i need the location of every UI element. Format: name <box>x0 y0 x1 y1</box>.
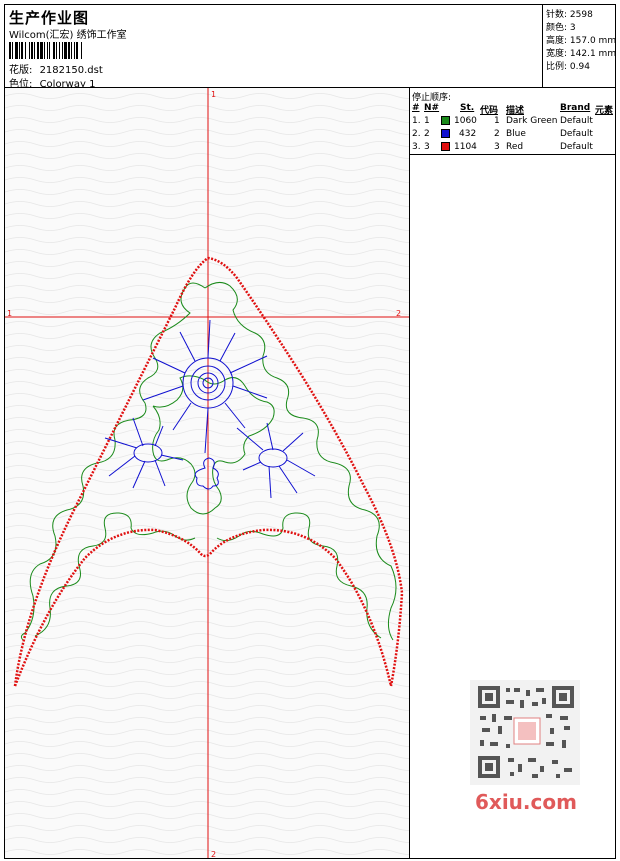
color-swatch-red <box>441 142 450 151</box>
barcode-bar <box>29 42 30 59</box>
stat-scale: 比例: 0.94 <box>546 62 590 72</box>
barcode-bar <box>47 42 48 59</box>
color-swatch-blue <box>441 129 450 138</box>
axis-label-top: 1 <box>211 90 216 99</box>
barcode-bar <box>15 42 18 59</box>
barcode-bar <box>40 42 43 59</box>
barcode-bar <box>53 42 55 59</box>
barcode-bar <box>64 42 67 59</box>
barcode-bar <box>44 42 45 59</box>
design-file: 花版: 2182150.dst <box>9 61 103 76</box>
barcode-bar <box>31 42 33 59</box>
header-panel: 生产作业图 Wilcom(汇宏) 绣饰工作室 花版: 2182150.dst 色… <box>4 4 617 90</box>
barcode-bar <box>62 42 63 59</box>
col-needle: N# <box>424 103 440 113</box>
barcode-bar <box>74 42 75 59</box>
company-name: Wilcom(汇宏) 绣饰工作室 <box>9 30 127 41</box>
stat-stitches: 针数: 2598 <box>546 10 593 20</box>
barcode-bar <box>37 42 39 59</box>
qr-code <box>470 680 580 785</box>
col-brand: Brand <box>560 103 591 113</box>
axis-label-left: 1 <box>7 309 12 318</box>
stat-height: 高度: 157.0 mm <box>546 36 617 46</box>
barcode-bar <box>49 42 50 59</box>
barcode-bar <box>25 42 26 59</box>
barcode <box>9 42 82 59</box>
barcode-bar <box>68 42 70 59</box>
site-logo: 6xiu.com <box>475 790 577 814</box>
barcode-bar <box>71 42 72 59</box>
qr-watermark: 6xiu.com <box>470 680 580 820</box>
col-stitches: St. <box>460 103 475 113</box>
axis-label-bottom: 2 <box>211 850 216 859</box>
axis-label-right: 2 <box>396 309 401 318</box>
stats-panel: 针数: 2598 颜色: 3 高度: 157.0 mm 宽度: 142.1 mm… <box>542 5 617 87</box>
stat-width: 宽度: 142.1 mm <box>546 49 617 59</box>
stat-colors: 颜色: 3 <box>546 23 576 33</box>
barcode-bar <box>59 42 60 59</box>
barcode-bar <box>21 42 23 59</box>
barcode-bar <box>34 42 35 59</box>
barcode-bar <box>12 42 13 59</box>
col-element: 元素 <box>595 106 614 116</box>
barcode-bar <box>76 42 78 59</box>
page-title: 生产作业图 <box>9 9 90 27</box>
design-canvas: 1 2 1 2 <box>4 87 410 859</box>
col-code: 代码 <box>480 106 499 116</box>
stop-sequence-table: 停止顺序: # N# St. 代码 描述 Brand 元素 1. 1 1060 … <box>410 88 615 155</box>
color-swatch-green <box>441 116 450 125</box>
col-index: # <box>412 103 420 113</box>
col-description: 描述 <box>506 106 525 116</box>
embroidery-drawing: 1 2 1 2 <box>5 88 409 859</box>
barcode-bar <box>81 42 82 59</box>
barcode-bar <box>56 42 57 59</box>
barcode-bar <box>9 42 11 59</box>
barcode-bar <box>19 42 20 59</box>
stop-sequence-title: 停止顺序: <box>412 93 452 103</box>
